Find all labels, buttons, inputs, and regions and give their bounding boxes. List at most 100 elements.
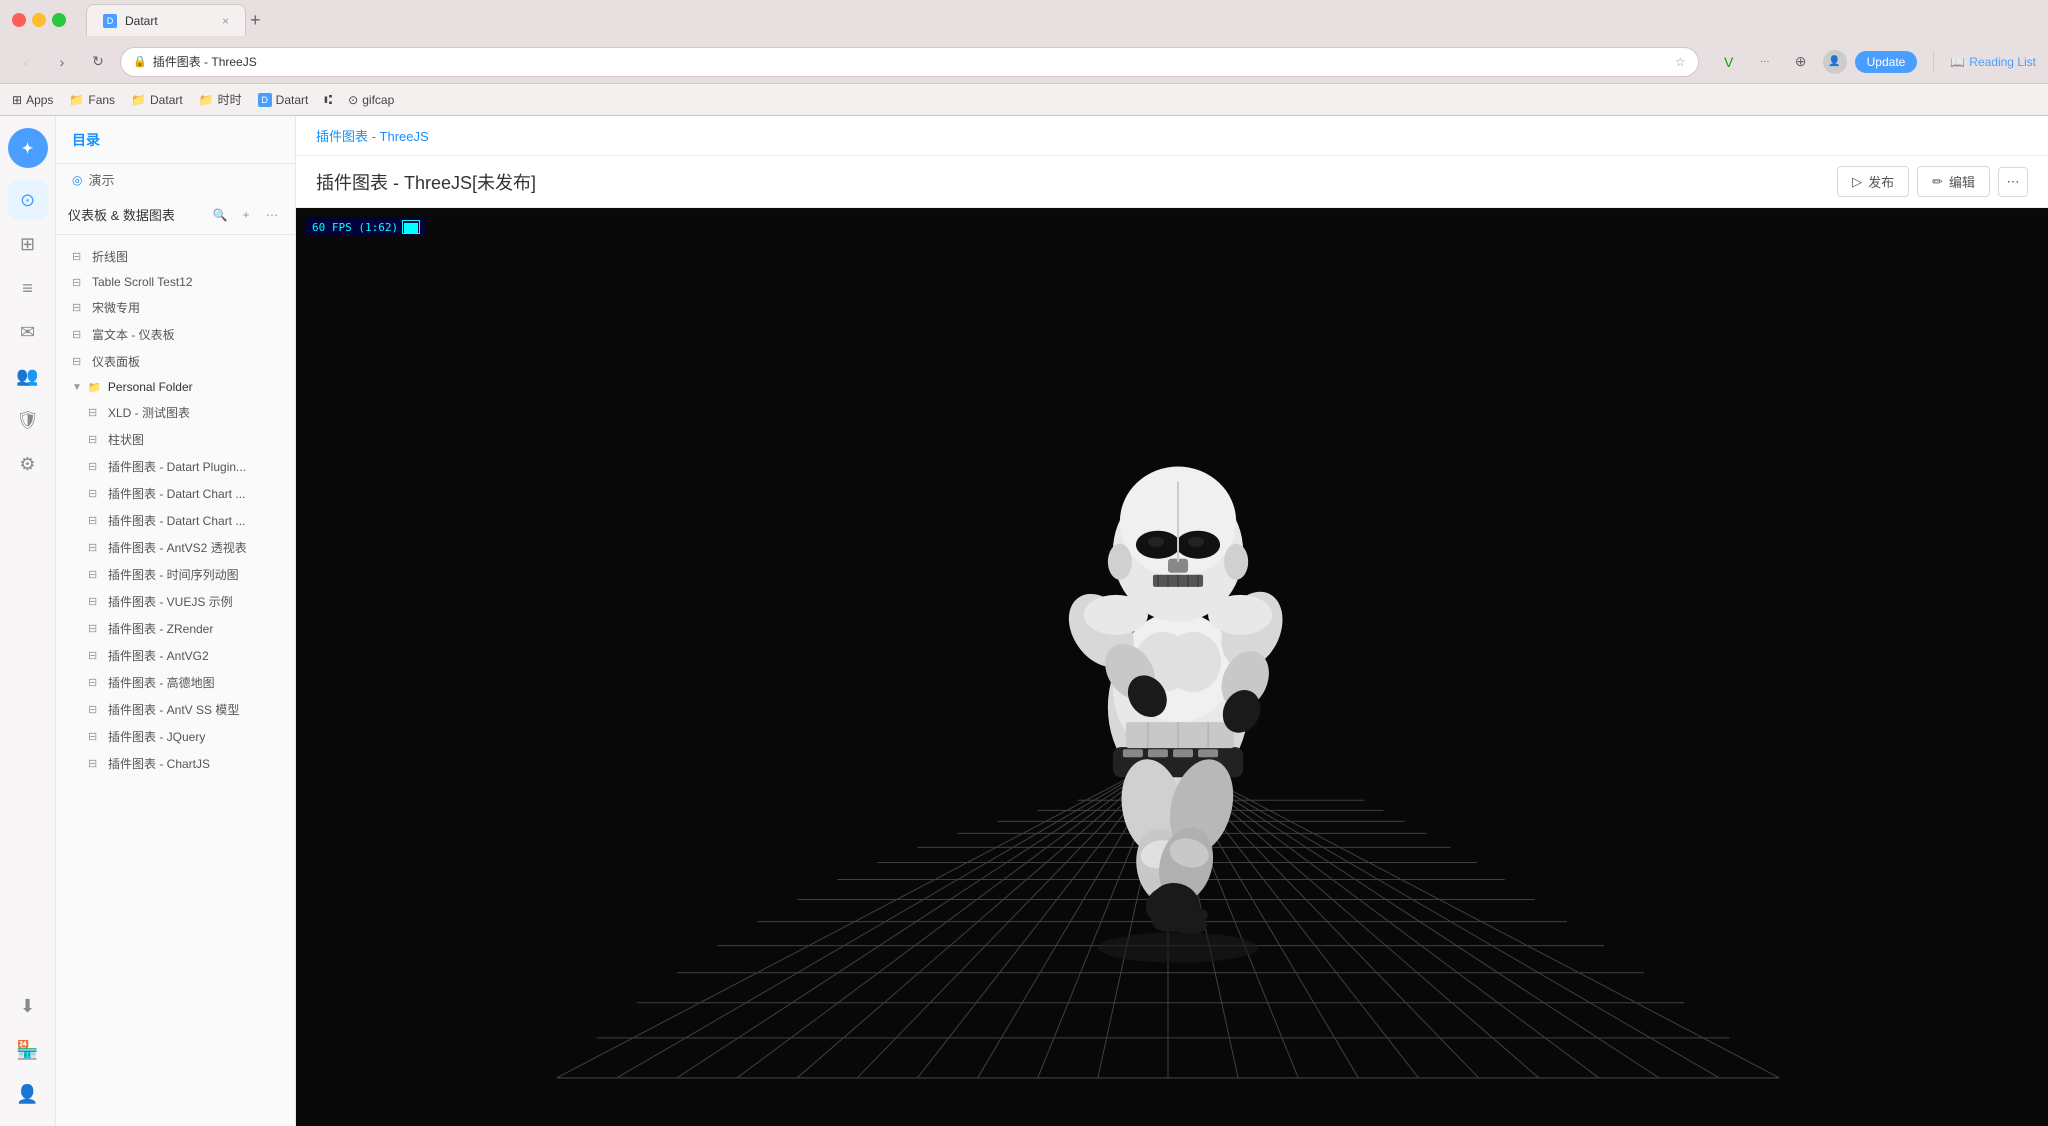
add-item-button[interactable]: + [235,204,257,226]
minimize-button[interactable] [32,13,46,27]
list-item[interactable]: ⊟ 插件图表 - VUEJS 示例 [56,588,295,615]
browser-chrome: D Datart × + ‹ › ↻ 🔒 插件图表 - ThreeJS ☆ V … [0,0,2048,116]
dashboard-icon: ⊞ [20,234,35,255]
panel-section-header: 仪表板 & 数据图表 🔍 + ⋯ [56,195,295,235]
nav-icon-shield[interactable]: 🛡 [8,400,48,440]
bookmark-datart2[interactable]: D Datart [258,93,309,107]
item-label: Table Scroll Test12 [92,275,279,289]
lock-icon: 🔒 [133,55,147,68]
refresh-button[interactable]: ↻ [84,48,112,76]
list-item[interactable]: ⊟ 插件图表 - AntV SS 模型 [56,696,295,723]
update-button[interactable]: Update [1855,51,1918,73]
edit-label: 编辑 [1949,172,1975,191]
bookmark-datart1[interactable]: 📁 Datart [131,93,183,107]
forward-button[interactable]: › [48,48,76,76]
nav-icon-home[interactable]: ⊙ [8,180,48,220]
nav-bottom: ⬇ 🏪 👤 [8,986,48,1114]
list-item[interactable]: ⊟ 插件图表 - 时间序列动图 [56,561,295,588]
list-item[interactable]: ⊟ XLD - 测试图表 [56,399,295,426]
extension-icon-1[interactable]: V [1715,48,1743,76]
bookmark-gifcap[interactable]: ⊙ gifcap [348,93,394,107]
list-item[interactable]: ⊟ 宋微专用 [56,294,295,321]
reading-list-label: Reading List [1969,55,2036,69]
chart-icon: ⊟ [88,757,102,770]
back-button[interactable]: ‹ [12,48,40,76]
title-bar: D Datart × + [0,0,2048,40]
apps-label: Apps [26,93,53,107]
edit-button[interactable]: ✏ 编辑 [1917,166,1990,197]
app-logo[interactable]: ✦ [8,128,48,168]
list-item[interactable]: ⊟ 插件图表 - 高德地图 [56,669,295,696]
datart2-label: Datart [276,93,309,107]
viz-header: 插件图表 - ThreeJS[未发布] ▷ 发布 ✏ 编辑 ⋯ [296,156,2048,208]
chart-icon: ⊟ [88,568,102,581]
datart1-label: Datart [150,93,183,107]
viz-title: 插件图表 - ThreeJS[未发布] [316,169,1837,195]
datart1-folder-icon: 📁 [131,93,146,107]
app-container: ✦ ⊙ ⊞ ≡ ✉ 👥 🛡 ⚙ ⬇ 🏪 [0,116,2048,1126]
list-item[interactable]: ⊟ 富文本 - 仪表板 [56,321,295,348]
maximize-button[interactable] [52,13,66,27]
extension-icon-3[interactable]: ⊕ [1787,48,1815,76]
nav-icon-download[interactable]: ⬇ [8,986,48,1026]
url-bar[interactable]: 🔒 插件图表 - ThreeJS ☆ [120,47,1699,77]
shield-icon: 🛡 [16,410,39,431]
list-item[interactable]: ⊟ 插件图表 - Datart Plugin... [56,453,295,480]
fps-bar [402,220,420,234]
close-button[interactable] [12,13,26,27]
viz-canvas: 60 FPS (1:62) [296,208,2048,1126]
fans-folder-icon: 📁 [69,93,84,107]
list-item[interactable]: ⊟ 折线图 [56,243,295,270]
apps-icon: ⊞ [12,93,22,107]
traffic-lights [12,13,66,27]
folder-item-personal[interactable]: ▼ 📁 Personal Folder [56,375,295,399]
item-label: 插件图表 - AntVS2 透视表 [108,539,279,556]
chart-icon: ⊟ [88,649,102,662]
list-item[interactable]: ⊟ 插件图表 - ZRender [56,615,295,642]
dashboard-item-icon: ⊟ [72,328,86,341]
bookmark-fans[interactable]: 📁 Fans [69,93,115,107]
fans-label: Fans [88,93,115,107]
extension-icon-2[interactable]: ··· [1751,48,1779,76]
gifcap-icon: ⊙ [348,93,358,107]
list-item[interactable]: ⊟ 插件图表 - AntVG2 [56,642,295,669]
nav-icon-mail[interactable]: ✉ [8,312,48,352]
publish-button[interactable]: ▷ 发布 [1837,166,1909,197]
chart-icon: ⊟ [88,487,102,500]
bookmark-shishi[interactable]: 📁 时时 [199,91,242,108]
search-button[interactable]: 🔍 [209,204,231,226]
list-item[interactable]: ⊟ 仪表面板 [56,348,295,375]
list-item[interactable]: ⊟ Table Scroll Test12 [56,270,295,294]
chart-icon: ⊟ [88,622,102,635]
list-item[interactable]: ⊟ 插件图表 - JQuery [56,723,295,750]
nav-icon-users[interactable]: 👥 [8,356,48,396]
list-item[interactable]: ⊟ 插件图表 - Datart Chart ... [56,480,295,507]
nav-icon-settings[interactable]: ⚙ [8,444,48,484]
nav-icon-list[interactable]: ≡ [8,268,48,308]
tab-close-button[interactable]: × [222,14,229,28]
more-options-button[interactable]: ⋯ [261,204,283,226]
breadcrumb-link[interactable]: 插件图表 - ThreeJS [316,126,429,145]
nav-icon-dashboard[interactable]: ⊞ [8,224,48,264]
bookmark-apps[interactable]: ⊞ Apps [12,93,53,107]
item-label: 插件图表 - ZRender [108,620,279,637]
more-button[interactable]: ⋯ [1998,167,2028,197]
profile-avatar[interactable]: 👤 [1823,50,1847,74]
list-item[interactable]: ⊟ 插件图表 - ChartJS [56,750,295,777]
list-item[interactable]: ⊟ 柱状图 [56,426,295,453]
bookmark-github[interactable]: ⑆ [324,92,332,107]
list-item[interactable]: ⊟ 插件图表 - AntVS2 透视表 [56,534,295,561]
viz-actions: ▷ 发布 ✏ 编辑 ⋯ [1837,166,2028,197]
url-text: 插件图表 - ThreeJS [153,53,1669,70]
new-tab-button[interactable]: + [250,11,261,29]
chart-icon: ⊟ [88,703,102,716]
tab-favicon: D [103,14,117,28]
list-item[interactable]: ⊟ 插件图表 - Datart Chart ... [56,507,295,534]
panel-demo-item[interactable]: ◎ 演示 [56,164,295,195]
chart-icon: ⊟ [88,460,102,473]
bookmark-star-icon[interactable]: ☆ [1675,55,1686,69]
nav-icon-user[interactable]: 👤 [8,1074,48,1114]
reading-list-button[interactable]: 📖 Reading List [1950,55,2036,69]
nav-icon-store[interactable]: 🏪 [8,1030,48,1070]
active-tab[interactable]: D Datart × [86,4,246,36]
